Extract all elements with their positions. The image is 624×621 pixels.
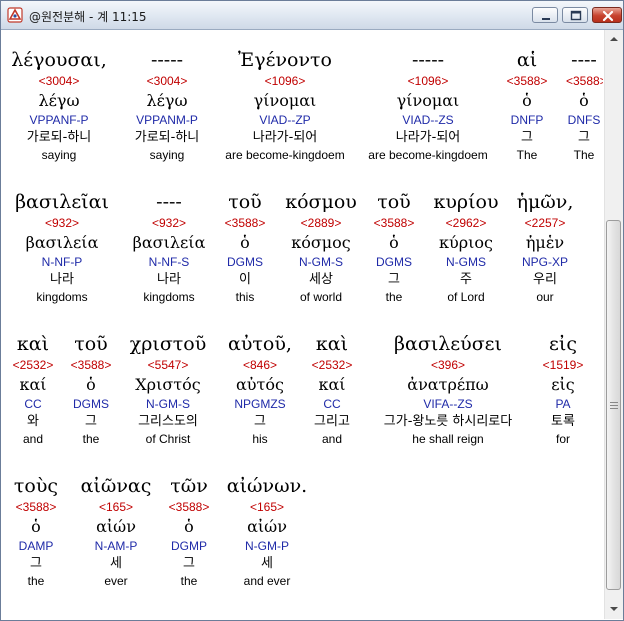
korean-gloss: 나라가-되어 (252, 130, 318, 145)
parsing-code: NPG-XP (521, 255, 568, 269)
lemma: εἰς (551, 375, 575, 394)
strongs-number: <396> (430, 358, 466, 372)
thumb-grip-line (610, 405, 618, 406)
vertical-scrollbar[interactable] (604, 30, 623, 619)
window-title: @원전분해 - 계 11:15 (29, 10, 147, 24)
thumb-grip-line (610, 402, 618, 403)
strongs-number: <3588> (566, 74, 603, 88)
scroll-down-arrow-icon[interactable] (606, 601, 622, 617)
korean-gloss: 세 (261, 556, 273, 571)
word-block[interactable]: ---- <3588> ὁ DNFS 그 The (566, 47, 603, 163)
word-block[interactable]: Ἐγένοντο <1096> γίνομαι VIAD--ZP 나라가-되어 are b… (210, 47, 360, 163)
korean-gloss: 토록 (551, 414, 575, 429)
maximize-button[interactable] (562, 7, 588, 23)
minimize-button[interactable] (532, 7, 558, 23)
lemma: ἡμἑν (525, 233, 565, 252)
greek-word: Ἐγένοντο (238, 49, 332, 71)
greek-word: βασιλεύσει (394, 333, 502, 355)
strongs-number: <165> (249, 500, 285, 514)
app-icon[interactable] (7, 7, 23, 23)
lemma: ἀνατρέπω (407, 375, 489, 394)
parsing-code: DNFS (567, 113, 601, 127)
parsing-view: λέγουσαι, <3004> λέγω VPPANF-P 가로되-하니 saying -… (2, 30, 603, 620)
english-gloss: he shall reign (412, 432, 484, 446)
greek-word: ---- (571, 49, 597, 71)
thumb-grip-line (610, 408, 618, 409)
strongs-number: <1096> (264, 74, 306, 88)
lemma: αἰών (247, 517, 287, 536)
strongs-number: <1519> (542, 358, 584, 372)
english-gloss: our (536, 290, 554, 304)
english-gloss: for (555, 432, 570, 446)
english-gloss: and ever (243, 574, 291, 588)
parsing-code: N-GM-P (245, 539, 289, 553)
greek-word: αἰώνων. (226, 475, 308, 497)
word-block[interactable]: ἡμῶν, <2257> ἡμἑν NPG-XP 우리 our (488, 189, 602, 305)
english-gloss: The (573, 148, 595, 162)
scrollbar-thumb[interactable] (606, 220, 621, 590)
word-block[interactable]: αἰώνων. <165> αἰών N-GM-P 세 and ever (192, 473, 342, 589)
scroll-up-arrow-icon[interactable] (606, 31, 622, 47)
english-gloss: are become-kingdoem (225, 148, 345, 162)
title-bar[interactable]: @원전분해 - 계 11:15 (1, 1, 623, 30)
korean-gloss: 그 (578, 130, 590, 145)
korean-gloss: 그가-왕노릇 하시리로다 (383, 414, 513, 429)
parsing-code: VIAD--ZP (259, 113, 311, 127)
lemma: ὁ (579, 91, 589, 110)
parsing-code: VIFA--ZS (423, 397, 473, 411)
close-button[interactable] (592, 7, 622, 23)
strongs-number: <2257> (524, 216, 566, 230)
app-window: @원전분해 - 계 11:15 λέγουσαι, <3004> λέγω VPPAN… (0, 0, 624, 621)
korean-gloss: 우리 (533, 272, 557, 287)
parsing-code: PA (555, 397, 571, 411)
greek-word: εἰς (549, 333, 577, 355)
word-block[interactable]: εἰς <1519> εἰς PA 토록 for (524, 331, 602, 447)
word-block[interactable]: βασιλεύσει <396> ἀνατρέπω VIFA--ZS 그가-왕노릇 하시… (373, 331, 523, 447)
greek-word: ἡμῶν, (516, 191, 574, 213)
lemma: γίνομαι (253, 91, 317, 110)
